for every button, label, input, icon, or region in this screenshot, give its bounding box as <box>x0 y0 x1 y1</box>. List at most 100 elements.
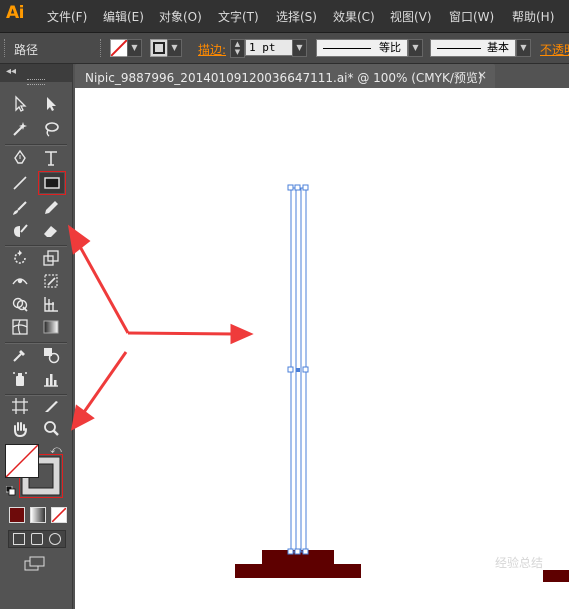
stroke-square-icon <box>153 42 165 54</box>
fill-dropdown-arrow[interactable]: ▼ <box>127 39 142 57</box>
draw-behind-icon[interactable] <box>31 533 43 545</box>
selection-type-label: 路径 <box>14 43 39 57</box>
stroke-weight-dropdown[interactable]: ▼ <box>292 39 307 57</box>
scale-icon <box>43 250 59 266</box>
eyedropper-icon <box>13 350 25 362</box>
stroke-swatch[interactable] <box>150 39 168 57</box>
lasso-icon <box>45 122 59 137</box>
slice-knife-icon <box>45 401 58 412</box>
rectangle-tool[interactable] <box>38 171 66 195</box>
fill-swatch-none[interactable] <box>110 39 128 57</box>
control-bar-grip[interactable] <box>4 39 7 57</box>
menu-bar: Ai 文件(F) 编辑(E) 对象(O) 文字(T) 选择(S) 效果(C) 视… <box>0 0 569 33</box>
eraser-tool[interactable] <box>40 221 62 241</box>
type-tool[interactable] <box>40 148 62 168</box>
stroke-weight-spinner[interactable]: ▲ ▼ <box>230 39 245 58</box>
perspective-grid-tool[interactable] <box>40 294 62 314</box>
draw-normal-icon[interactable] <box>13 533 25 545</box>
menu-window[interactable]: 窗口(W) <box>449 8 494 25</box>
document-tab[interactable]: Nipic_9887996_20140109120036647111.ai* @… <box>75 64 495 88</box>
close-tab-icon[interactable]: × <box>477 68 487 82</box>
none-mode-button[interactable] <box>51 507 67 523</box>
paintbrush-tool[interactable] <box>9 198 31 218</box>
menu-object[interactable]: 对象(O) <box>159 8 202 25</box>
profile-dropdown-arrow[interactable]: ▼ <box>408 39 423 57</box>
draw-mode-group <box>8 530 66 548</box>
profile-line-preview <box>323 48 371 49</box>
brush-line-preview <box>437 48 481 49</box>
color-mode-button[interactable] <box>9 507 25 523</box>
magic-wand-tool[interactable] <box>9 119 31 139</box>
menu-edit[interactable]: 编辑(E) <box>103 8 144 25</box>
mesh-tool[interactable] <box>9 317 31 337</box>
blend-icon <box>44 348 60 364</box>
base-lower-step[interactable] <box>235 564 361 578</box>
pencil-tool[interactable] <box>40 198 62 218</box>
draw-inside-icon[interactable] <box>49 533 61 545</box>
screen-mode-button[interactable] <box>24 556 46 572</box>
zoom-tool[interactable] <box>40 419 62 439</box>
blob-brush-tool[interactable] <box>9 221 31 241</box>
artboard-tool[interactable] <box>9 396 31 416</box>
collapse-panel-icon[interactable]: ◂◂ <box>6 66 16 77</box>
free-transform-icon <box>44 274 58 288</box>
eyedropper-tool[interactable] <box>9 345 31 365</box>
width-tool[interactable] <box>9 271 31 291</box>
tools-panel: ◂◂ ⤺ <box>0 64 73 609</box>
menu-select[interactable]: 选择(S) <box>276 8 317 25</box>
blend-tool[interactable] <box>40 345 62 365</box>
tools-panel-grip[interactable] <box>27 79 45 85</box>
menu-help[interactable]: 帮助(H) <box>512 8 554 25</box>
brush-definition-select[interactable]: 基本 <box>430 39 516 57</box>
direct-selection-tool[interactable] <box>40 94 62 114</box>
line-segment-icon <box>13 176 27 190</box>
zoom-magnifier-icon <box>44 421 59 436</box>
brush-definition-value: 基本 <box>487 41 509 54</box>
free-transform-tool[interactable] <box>40 271 62 291</box>
gradient-mode-button[interactable] <box>30 507 46 523</box>
pen-nib-icon <box>14 149 26 164</box>
brush-dropdown-arrow[interactable]: ▼ <box>516 39 531 57</box>
tools-divider <box>5 245 67 247</box>
rotate-tool[interactable] <box>9 248 31 268</box>
opacity-label[interactable]: 不透明 <box>540 41 569 58</box>
default-fill-stroke-icon[interactable] <box>5 485 16 496</box>
offcanvas-shape[interactable] <box>543 570 569 582</box>
control-bar-divider <box>100 39 103 57</box>
rotate-icon <box>14 250 26 264</box>
menu-type[interactable]: 文字(T) <box>218 8 259 25</box>
hand-icon <box>14 422 27 438</box>
shape-builder-tool[interactable] <box>9 294 31 314</box>
pencil-icon <box>45 201 58 214</box>
blob-brush-icon <box>14 224 28 237</box>
gradient-tool[interactable] <box>40 317 62 337</box>
scale-tool[interactable] <box>40 248 62 268</box>
hand-tool[interactable] <box>9 419 31 439</box>
variable-width-profile-select[interactable]: 等比 <box>316 39 408 57</box>
artwork-layer <box>235 184 569 582</box>
pen-tool[interactable] <box>9 148 31 168</box>
perspective-grid-icon <box>44 297 58 312</box>
column-graph-icon <box>44 374 58 387</box>
menu-file[interactable]: 文件(F) <box>47 8 87 25</box>
artboard-canvas[interactable]: 经验总结 <box>75 88 569 609</box>
direct-selection-arrow-icon <box>47 97 56 111</box>
column-graph-tool[interactable] <box>40 369 62 389</box>
center-point <box>296 368 300 372</box>
line-segment-tool[interactable] <box>9 173 31 193</box>
slice-tool[interactable] <box>40 396 62 416</box>
menu-effect[interactable]: 效果(C) <box>333 8 375 25</box>
menu-view[interactable]: 视图(V) <box>390 8 432 25</box>
stroke-weight-input[interactable]: 1 pt <box>245 39 294 56</box>
lasso-tool[interactable] <box>40 119 62 139</box>
selection-tool[interactable] <box>9 94 31 114</box>
symbol-sprayer-icon <box>13 372 27 386</box>
stroke-dropdown-arrow[interactable]: ▼ <box>167 39 182 57</box>
type-t-icon <box>45 151 57 166</box>
stroke-label[interactable]: 描边: <box>198 41 226 58</box>
swap-fill-stroke-icon[interactable]: ⤺ <box>50 443 62 457</box>
artboard-icon <box>12 398 28 414</box>
tools-panel-header[interactable]: ◂◂ <box>0 64 72 85</box>
symbol-sprayer-tool[interactable] <box>9 369 31 389</box>
fill-color-box[interactable] <box>5 444 39 478</box>
